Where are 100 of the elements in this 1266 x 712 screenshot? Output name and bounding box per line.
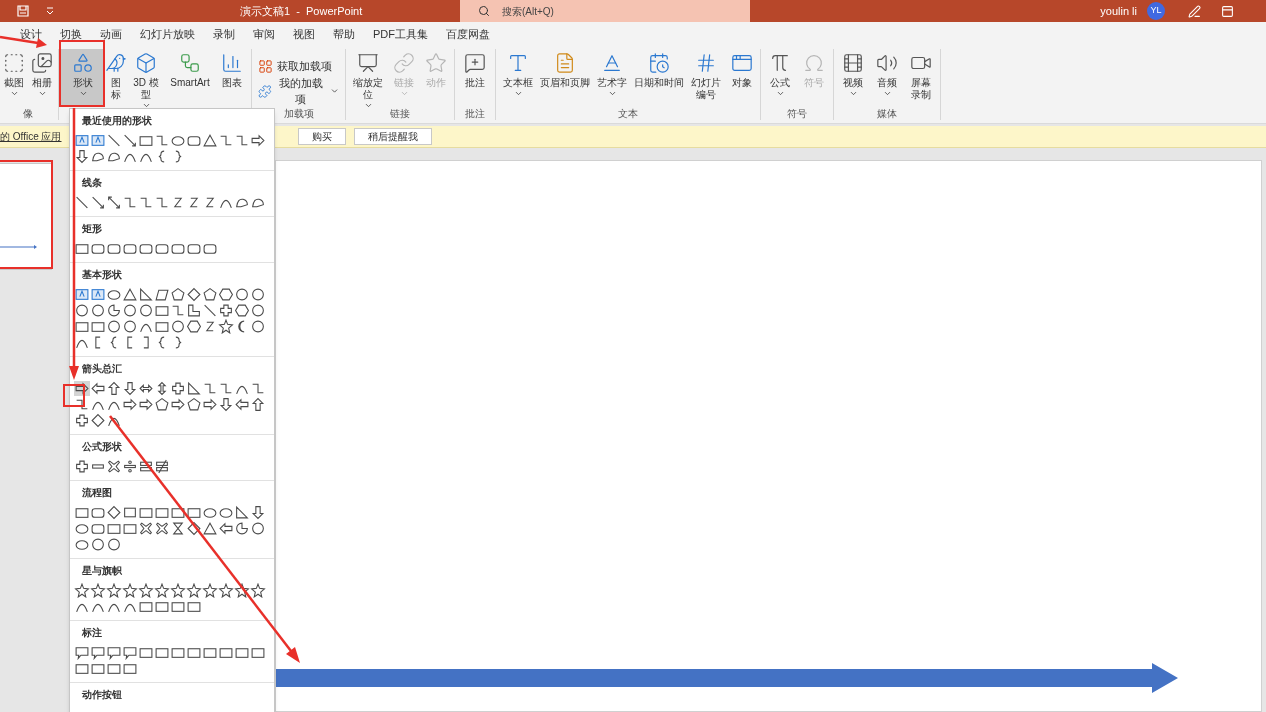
shape-icon[interactable]: [122, 661, 138, 676]
shape-icon[interactable]: [106, 583, 122, 598]
ribbon-tab[interactable]: 录制: [213, 24, 235, 44]
shape-icon[interactable]: [218, 521, 234, 536]
shape-icon[interactable]: [250, 521, 266, 536]
shape-icon[interactable]: [90, 195, 106, 210]
shape-icon[interactable]: [154, 303, 170, 318]
ribbon-button[interactable]: 音频: [870, 49, 904, 107]
ribbon-tab[interactable]: 审阅: [253, 24, 275, 44]
ribbon-button[interactable]: 形状: [61, 49, 105, 107]
ribbon-display-icon[interactable]: [1221, 4, 1234, 18]
shape-icon[interactable]: [234, 645, 250, 660]
shape-icon[interactable]: [106, 505, 122, 520]
shape-icon[interactable]: [106, 459, 122, 474]
shape-icon[interactable]: [154, 287, 170, 302]
shape-icon[interactable]: [138, 505, 154, 520]
shape-icon[interactable]: [170, 583, 186, 598]
shape-icon[interactable]: [74, 133, 90, 148]
shape-icon[interactable]: [170, 599, 186, 614]
shape-icon[interactable]: [74, 459, 90, 474]
shape-icon[interactable]: [170, 505, 186, 520]
ribbon-button[interactable]: 艺术字: [592, 49, 632, 107]
shape-icon[interactable]: [90, 505, 106, 520]
shape-icon[interactable]: [170, 133, 186, 148]
shape-icon[interactable]: [250, 381, 266, 396]
shape-icon[interactable]: [250, 583, 266, 598]
shape-icon[interactable]: [74, 661, 90, 676]
shape-icon[interactable]: [250, 397, 266, 412]
shape-icon[interactable]: [250, 303, 266, 318]
shape-icon[interactable]: [138, 583, 154, 598]
shape-icon[interactable]: [202, 303, 218, 318]
shape-icon[interactable]: [170, 381, 186, 396]
shape-icon[interactable]: [186, 241, 202, 256]
ribbon-tab[interactable]: 视图: [293, 24, 315, 44]
shape-icon[interactable]: [154, 133, 170, 148]
shape-icon[interactable]: [138, 521, 154, 536]
ribbon-tab[interactable]: PDF工具集: [373, 24, 428, 44]
shape-icon[interactable]: [202, 397, 218, 412]
shape-icon[interactable]: [90, 241, 106, 256]
shape-icon[interactable]: [122, 583, 138, 598]
user-avatar[interactable]: YL: [1147, 2, 1165, 20]
ribbon-button[interactable]: 日期和时间: [632, 49, 686, 107]
shape-icon[interactable]: [122, 319, 138, 334]
shape-icon[interactable]: [250, 287, 266, 302]
pen-icon[interactable]: [1188, 4, 1201, 18]
ribbon-button[interactable]: 屏幕录制: [904, 49, 938, 107]
shape-icon[interactable]: [138, 303, 154, 318]
shape-icon[interactable]: [154, 599, 170, 614]
ribbon-button[interactable]: 对象: [726, 49, 758, 107]
shape-icon[interactable]: [138, 381, 154, 396]
shape-icon[interactable]: [234, 583, 250, 598]
shape-icon[interactable]: [170, 241, 186, 256]
shape-icon[interactable]: [234, 505, 250, 520]
shape-icon[interactable]: [122, 133, 138, 148]
ribbon-button[interactable]: 幻灯片编号: [686, 49, 726, 107]
shape-icon[interactable]: [218, 287, 234, 302]
shape-icon[interactable]: [202, 645, 218, 660]
shape-icon[interactable]: [90, 319, 106, 334]
search-field[interactable]: 搜索(Alt+Q): [460, 0, 750, 22]
shape-icon[interactable]: [218, 381, 234, 396]
ribbon-button[interactable]: 页眉和页脚: [538, 49, 592, 107]
message-button[interactable]: 稍后提醒我: [354, 128, 432, 145]
shape-icon[interactable]: [74, 521, 90, 536]
shape-icon[interactable]: [186, 133, 202, 148]
shape-icon[interactable]: [170, 303, 186, 318]
ribbon-button[interactable]: 文本框: [498, 49, 538, 107]
shape-icon[interactable]: [138, 133, 154, 148]
ribbon-button[interactable]: 图表: [215, 49, 249, 107]
shape-icon[interactable]: [138, 599, 154, 614]
shape-icon[interactable]: [106, 195, 122, 210]
shape-icon[interactable]: [154, 195, 170, 210]
shape-icon[interactable]: [202, 505, 218, 520]
shape-icon[interactable]: [106, 241, 122, 256]
shape-icon[interactable]: [154, 505, 170, 520]
shape-icon[interactable]: [234, 287, 250, 302]
ribbon-tab[interactable]: 帮助: [333, 24, 355, 44]
shape-icon[interactable]: [250, 319, 266, 334]
shape-icon[interactable]: [106, 537, 122, 552]
shape-icon[interactable]: [138, 287, 154, 302]
shape-icon[interactable]: [186, 319, 202, 334]
caret-icon[interactable]: [46, 7, 54, 15]
shape-icon[interactable]: [106, 661, 122, 676]
ribbon-button[interactable]: 图标: [105, 49, 127, 107]
shape-icon[interactable]: [74, 149, 90, 164]
shape-icon[interactable]: [234, 133, 250, 148]
shape-icon[interactable]: [122, 459, 138, 474]
shape-icon[interactable]: [74, 195, 90, 210]
shape-icon[interactable]: [106, 133, 122, 148]
shape-icon[interactable]: [234, 303, 250, 318]
shape-icon[interactable]: [90, 583, 106, 598]
shape-icon[interactable]: [122, 505, 138, 520]
ribbon-button[interactable]: 批注: [457, 49, 493, 107]
shape-icon[interactable]: [250, 645, 266, 660]
ribbon-tab[interactable]: 百度网盘: [446, 24, 490, 44]
shape-icon[interactable]: [90, 413, 106, 428]
shape-icon[interactable]: [106, 521, 122, 536]
shape-icon[interactable]: [106, 319, 122, 334]
shape-icon[interactable]: [74, 537, 90, 552]
shape-icon[interactable]: [186, 303, 202, 318]
ribbon-tab[interactable]: 切换: [60, 24, 82, 44]
